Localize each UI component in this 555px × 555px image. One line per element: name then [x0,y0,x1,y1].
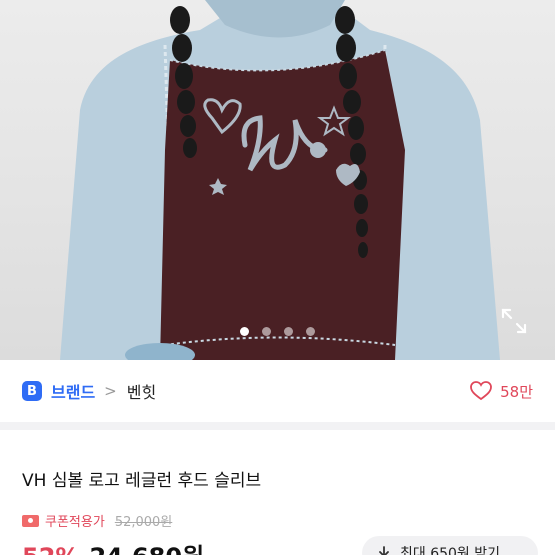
original-price: 52,000원 [114,515,173,530]
coupon-price-row: 쿠폰적용가 52,000원 [22,511,172,530]
get-coupon-label: 최대 650원 받기 [400,546,501,555]
download-icon [379,546,389,555]
chevron-right-icon: > [104,382,117,400]
carousel-dot[interactable] [306,327,315,336]
carousel-indicator [0,327,555,339]
section-divider [0,422,555,430]
like-count: 58만 [500,382,533,401]
product-title: VH 심볼 로고 레글런 후드 슬리브 [22,471,262,491]
sale-price: 24,680원 [89,537,204,555]
get-coupon-button[interactable]: 최대 650원 받기 [362,536,538,555]
brand-name[interactable]: 벤힛 [127,379,156,403]
coupon-label: 쿠폰적용가 [45,515,105,530]
brand-row[interactable]: B 브랜드 > 벤힛 58만 [0,360,555,422]
heart-icon [470,381,493,401]
carousel-dot-active[interactable] [240,327,249,336]
brand-label: 브랜드 [51,383,96,402]
carousel-dot[interactable] [284,327,293,336]
discount-rate: 52% [22,543,79,555]
expand-icon[interactable] [500,307,528,335]
carousel-dot[interactable] [262,327,271,336]
brand-badge-icon: B [22,381,42,401]
price-row: 52% 24,680원 [22,537,204,555]
like-button[interactable]: 58만 [470,381,533,402]
product-photo [60,0,500,360]
product-image-carousel[interactable] [0,0,555,360]
coupon-icon [22,514,39,527]
